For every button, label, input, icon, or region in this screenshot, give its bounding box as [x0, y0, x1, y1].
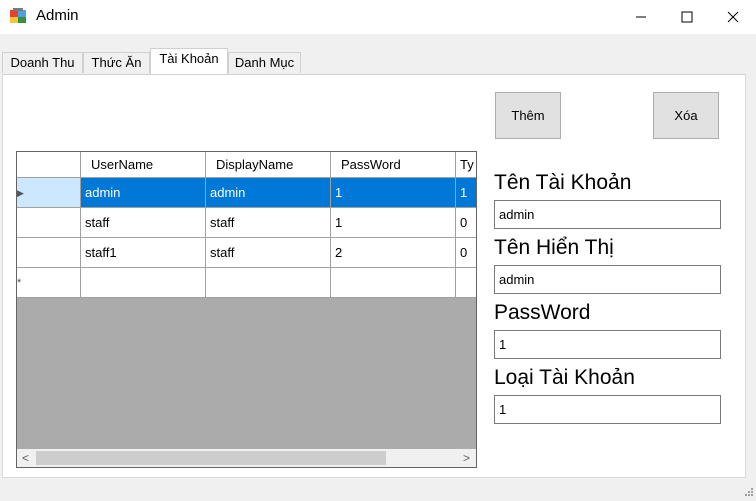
status-bar [0, 478, 756, 501]
horizontal-scrollbar[interactable]: < > [17, 449, 476, 467]
current-row-indicator-icon: ▶ [17, 178, 81, 208]
cell-displayname[interactable]: staff [206, 238, 331, 268]
minimize-button[interactable] [618, 0, 664, 32]
app-icon [10, 8, 26, 23]
cell-type-new[interactable] [456, 268, 476, 298]
account-type-label: Loại Tài Khoản [494, 366, 635, 389]
cell-username-new[interactable] [81, 268, 206, 298]
account-type-field[interactable]: 1 [494, 395, 721, 424]
column-header-password[interactable]: PassWord [331, 152, 456, 178]
displayname-label: Tên Hiển Thị [494, 236, 614, 259]
row-header-cell[interactable] [17, 238, 81, 268]
cell-username[interactable]: admin [81, 178, 206, 208]
close-button[interactable] [710, 0, 756, 32]
scrollbar-thumb[interactable] [36, 451, 386, 465]
resize-grip-icon[interactable] [742, 485, 754, 497]
cell-type[interactable]: 0 [456, 208, 476, 238]
cell-displayname[interactable]: admin [206, 178, 331, 208]
username-field[interactable]: admin [494, 200, 721, 229]
tab-thuc-an[interactable]: Thức Ăn [83, 52, 150, 73]
account-grid[interactable]: UserName DisplayName PassWord Ty ▶ admin… [16, 151, 477, 468]
cell-password[interactable]: 2 [331, 238, 456, 268]
column-header-username[interactable]: UserName [81, 152, 206, 178]
tab-strip: Doanh Thu Thức Ăn Tài Khoản Danh Mục [0, 48, 756, 74]
minimize-icon [636, 16, 646, 18]
displayname-field[interactable]: admin [494, 265, 721, 294]
cell-type[interactable]: 0 [456, 238, 476, 268]
window-title: Admin [36, 7, 79, 24]
grid-corner-cell [17, 152, 81, 178]
delete-button[interactable]: Xóa [653, 92, 719, 139]
new-row-icon: * [17, 268, 81, 298]
scroll-right-icon[interactable]: > [463, 449, 470, 467]
password-label: PassWord [494, 301, 591, 324]
tab-doanh-thu[interactable]: Doanh Thu [2, 52, 83, 73]
password-field[interactable]: 1 [494, 330, 721, 359]
tab-danh-muc[interactable]: Danh Mục [228, 52, 301, 73]
maximize-icon [681, 11, 693, 23]
cell-type[interactable]: 1 [456, 178, 476, 208]
cell-password[interactable]: 1 [331, 178, 456, 208]
close-icon [727, 11, 739, 22]
scroll-left-icon[interactable]: < [22, 449, 29, 467]
title-bar: Admin [0, 0, 756, 34]
column-header-type[interactable]: Ty [456, 152, 476, 178]
cell-username[interactable]: staff1 [81, 238, 206, 268]
row-header-cell[interactable] [17, 208, 81, 238]
username-label: Tên Tài Khoản [494, 171, 632, 194]
tab-tai-khoan[interactable]: Tài Khoản [150, 48, 228, 74]
cell-password[interactable]: 1 [331, 208, 456, 238]
cell-displayname[interactable]: staff [206, 208, 331, 238]
cell-displayname-new[interactable] [206, 268, 331, 298]
column-header-displayname[interactable]: DisplayName [206, 152, 331, 178]
maximize-button[interactable] [664, 0, 710, 32]
cell-username[interactable]: staff [81, 208, 206, 238]
add-button[interactable]: Thêm [495, 92, 561, 139]
cell-password-new[interactable] [331, 268, 456, 298]
